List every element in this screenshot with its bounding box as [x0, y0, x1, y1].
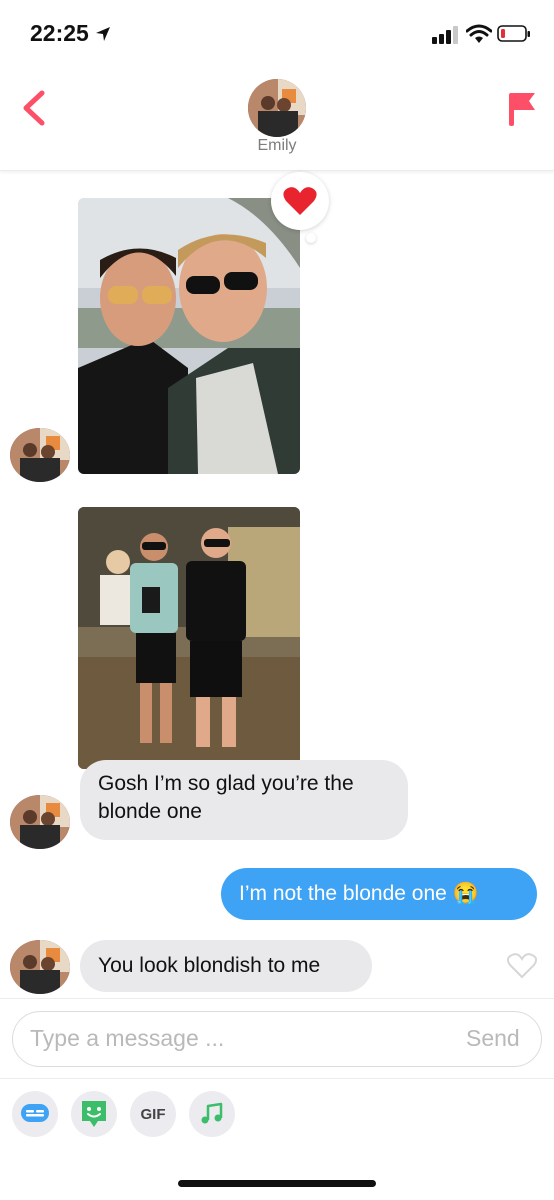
- avatar-photo: [10, 795, 70, 849]
- reaction-tail-dot: [306, 233, 316, 243]
- signal-icon: [432, 26, 458, 44]
- sticker-button[interactable]: [71, 1091, 117, 1137]
- avatar-photo: [10, 940, 70, 994]
- home-indicator[interactable]: [178, 1180, 376, 1187]
- report-flag-icon[interactable]: [508, 91, 536, 127]
- toolbar-divider: [0, 1078, 554, 1079]
- message-photo-1[interactable]: [78, 198, 300, 474]
- send-button[interactable]: Send: [466, 1025, 520, 1052]
- back-chevron-icon[interactable]: [20, 90, 48, 126]
- quick-reply-button[interactable]: [12, 1091, 58, 1137]
- location-arrow-icon: [96, 27, 111, 41]
- heart-reaction-icon: [283, 187, 317, 215]
- message-text: I’m not the blonde one 😭: [239, 882, 479, 905]
- gif-button[interactable]: GIF: [130, 1091, 176, 1137]
- contact-avatar[interactable]: [248, 79, 306, 137]
- sender-avatar[interactable]: [10, 940, 70, 994]
- battery-icon: [497, 25, 530, 42]
- music-note-icon: [201, 1102, 223, 1124]
- smiley-sticker-icon: [82, 1101, 106, 1127]
- message-bubble-incoming[interactable]: You look blondish to me: [80, 940, 372, 992]
- avatar-photo: [10, 428, 70, 482]
- message-text: You look blondish to me: [98, 954, 321, 977]
- message-bubble-outgoing[interactable]: I’m not the blonde one 😭: [221, 868, 537, 920]
- sender-avatar[interactable]: [10, 428, 70, 482]
- reaction-bubble: [271, 172, 329, 230]
- gif-label: GIF: [140, 1105, 166, 1123]
- avatar-photo: [248, 79, 306, 137]
- message-photo-2[interactable]: [78, 507, 300, 769]
- music-button[interactable]: [189, 1091, 235, 1137]
- composer-divider: [0, 998, 554, 999]
- message-input[interactable]: Type a message ...: [30, 1025, 224, 1052]
- photo-two-men-standing: [78, 507, 300, 769]
- contact-name[interactable]: Emily: [0, 137, 554, 155]
- sender-avatar[interactable]: [10, 795, 70, 849]
- chat-bubble-icon: [21, 1104, 49, 1122]
- like-heart-icon[interactable]: [507, 953, 537, 979]
- photo-two-men-selfie: [78, 198, 300, 474]
- message-text: Gosh I’m so glad you’re the blonde one: [98, 772, 354, 823]
- wifi-icon: [466, 24, 492, 43]
- status-time: 22:25: [30, 20, 111, 47]
- message-bubble-incoming[interactable]: Gosh I’m so glad you’re the blonde one: [80, 760, 408, 840]
